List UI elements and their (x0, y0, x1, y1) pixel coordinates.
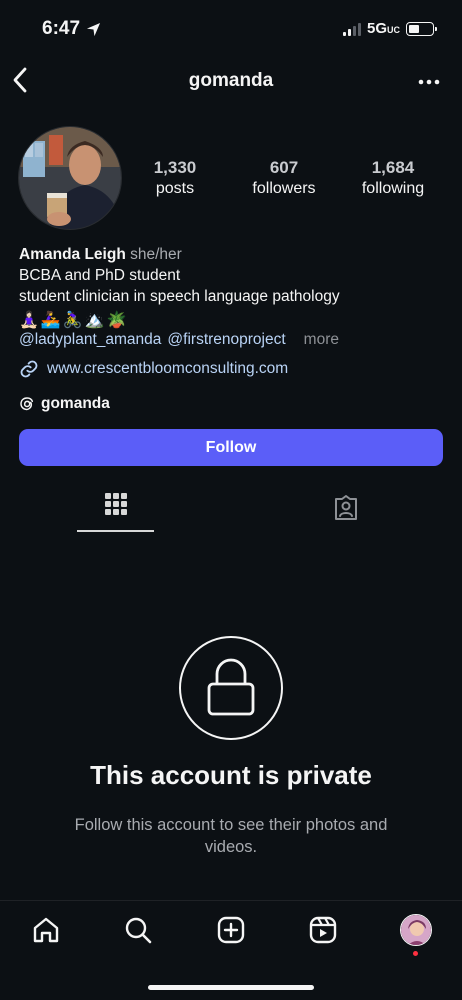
search-icon (125, 917, 152, 944)
following-stat[interactable]: 1,684 following (353, 158, 433, 198)
link-icon (20, 360, 38, 378)
profile-bio: Amanda Leigh she/her BCBA and PhD studen… (19, 244, 449, 307)
bio-mentions: @ladyplant_amanda @firstrenoproject more (19, 331, 339, 349)
tab-posts-grid[interactable] (77, 492, 154, 532)
posts-label: posts (155, 180, 195, 197)
profile-header: gomanda (0, 62, 462, 102)
followers-stat[interactable]: 607 followers (244, 158, 324, 198)
mention-link[interactable]: @firstrenoproject (167, 331, 285, 349)
tab-tagged[interactable] (332, 494, 362, 524)
tagged-person-icon (335, 495, 357, 520)
notification-dot (413, 951, 418, 956)
bio-line: BCBA and PhD student (19, 267, 181, 284)
following-label: following (361, 180, 425, 197)
more-dots-icon (418, 79, 440, 85)
followers-count: 607 (269, 158, 299, 177)
lock-icon (207, 658, 255, 716)
signal-icon (342, 22, 361, 36)
external-link[interactable]: www.crescentbloomconsulting.com (19, 359, 288, 379)
grid-icon (104, 493, 127, 515)
header-username: gomanda (188, 70, 274, 91)
posts-stat: 1,330 posts (140, 158, 210, 198)
threads-handle: gomanda (41, 395, 110, 412)
more-options-button[interactable] (418, 68, 440, 91)
threads-link[interactable]: gomanda (19, 395, 110, 413)
location-arrow-icon (86, 22, 101, 36)
bio-line: student clinician in speech language pat… (19, 288, 340, 305)
mention-link[interactable]: @ladyplant_amanda (19, 331, 161, 349)
following-count: 1,684 (371, 158, 415, 177)
plus-square-icon (217, 916, 245, 944)
reels-icon (309, 916, 337, 944)
nav-home-button[interactable] (31, 915, 61, 945)
network-label: 5GUC (366, 20, 400, 37)
followers-label: followers (252, 180, 316, 197)
private-account-title: This account is private (90, 760, 372, 790)
external-link-text: www.crescentbloomconsulting.com (47, 360, 289, 377)
status-time: 6:47 (42, 18, 101, 40)
private-account-subtitle: Follow this account to see their photos … (74, 816, 388, 856)
display-name: Amanda Leigh (19, 246, 126, 263)
private-lock-badge (179, 636, 283, 740)
bio-emoji-line: 🧘🏻‍♀️🚣‍♀️🚴‍♀️🏔️🪴 (19, 312, 129, 329)
pronouns: she/her (130, 246, 182, 263)
battery-icon (406, 21, 437, 36)
nav-search-button[interactable] (123, 915, 153, 945)
home-icon (33, 917, 59, 943)
more-bio-button[interactable]: more (304, 331, 339, 349)
nav-create-button[interactable] (216, 915, 246, 945)
nav-profile-avatar[interactable] (400, 914, 432, 946)
follow-button[interactable]: Follow (19, 429, 443, 466)
status-indicators: 5GUC (342, 20, 437, 37)
posts-count: 1,330 (153, 158, 197, 177)
threads-icon (20, 397, 34, 411)
profile-avatar[interactable] (18, 126, 122, 230)
home-indicator[interactable] (148, 985, 314, 990)
nav-reels-button[interactable] (308, 915, 338, 945)
